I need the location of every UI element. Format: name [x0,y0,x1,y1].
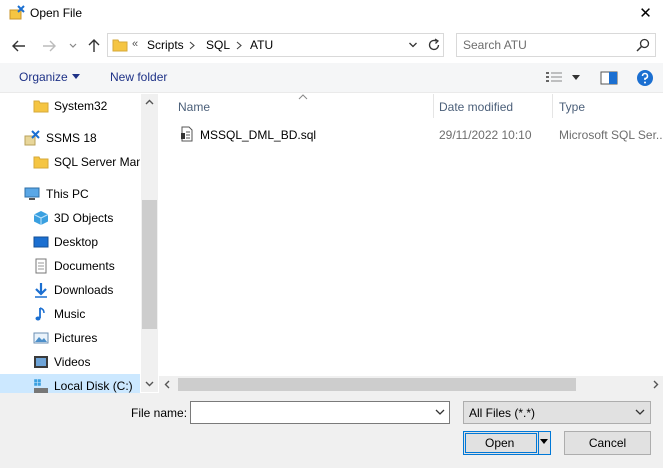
breadcrumb-scripts[interactable]: Scripts [147,38,184,52]
file-name-label: File name: [131,406,188,420]
chevron-down-icon [409,42,417,48]
ssms-icon [24,130,40,146]
tree-item-sql-server-management[interactable]: SQL Server Mana [0,150,140,174]
tree-item-3d-objects[interactable]: 3D Objects [0,206,140,230]
column-divider [433,94,434,118]
sort-ascending-icon [298,94,308,100]
folder-icon [33,100,49,113]
view-details-icon[interactable] [545,71,563,85]
breadcrumb-sql[interactable]: SQL [206,38,230,52]
new-folder-button[interactable]: New folder [110,70,167,84]
address-dropdown-button[interactable] [403,35,423,55]
scroll-thumb[interactable] [178,378,576,391]
file-type: Microsoft SQL Ser... [559,128,663,142]
file-type-select[interactable]: All Files (*.*) [463,401,651,424]
file-list-scrollbar[interactable] [159,376,663,393]
breadcrumb-atu[interactable]: ATU [250,38,273,52]
refresh-icon [428,38,440,51]
column-header-name[interactable]: Name [178,100,210,114]
scroll-down-icon[interactable] [145,381,154,387]
tree-item-videos[interactable]: Videos [0,350,140,374]
file-row[interactable]: MSSQL_DML_BD.sql 29/11/2022 10:10 Micros… [159,123,663,145]
cancel-button-label: Cancel [588,436,627,450]
refresh-button[interactable] [424,35,444,55]
chevron-right-icon[interactable] [235,41,243,50]
file-list: Name Date modified Type MSSQL_DML_BD.sql… [159,94,663,376]
search-box[interactable]: Search ATU [456,33,656,57]
chevron-down-icon[interactable] [434,406,446,418]
caret-down-icon[interactable] [72,74,80,79]
file-name: MSSQL_DML_BD.sql [200,128,317,142]
download-icon [35,283,47,298]
tree-item-system32[interactable]: System32 [0,94,140,118]
sql-file-icon [181,126,193,142]
scroll-right-icon[interactable] [653,380,659,389]
dialog-footer: File name: All Files (*.*) Open Cancel [0,393,663,468]
caret-down-icon[interactable] [540,439,548,444]
tree-item-desktop[interactable]: Desktop [0,230,140,254]
help-icon[interactable] [636,69,654,87]
column-header-type[interactable]: Type [559,100,585,114]
window-title: Open File [30,6,83,20]
desktop-icon [33,236,49,248]
split-divider [538,432,539,454]
chevron-down-icon [635,409,645,415]
document-icon [35,258,47,274]
open-button-label: Open [485,436,515,450]
scroll-thumb[interactable] [142,200,157,329]
navigation-pane: System32 SSMS 18 SQL Server Mana This PC… [0,94,158,398]
picture-icon [33,332,49,344]
open-button[interactable]: Open [463,431,551,455]
close-icon: ✕ [639,5,652,22]
title-bar: Open File ✕ [0,0,663,28]
tree-item-pictures[interactable]: Pictures [0,326,140,350]
back-button[interactable] [7,34,31,58]
close-button[interactable]: ✕ [628,0,663,26]
app-icon [9,5,25,20]
scroll-up-icon[interactable] [145,99,154,105]
navigation-pane-scrollbar[interactable] [141,94,158,392]
address-bar[interactable]: « Scripts SQL ATU [107,33,444,57]
music-icon [35,307,45,321]
cube-icon [33,211,49,225]
chevron-down-icon [69,43,77,48]
tree-item-music[interactable]: Music [0,302,140,326]
column-divider [552,94,553,118]
disk-icon [34,379,48,393]
breadcrumb-overflow[interactable]: « [132,38,138,50]
cancel-button[interactable]: Cancel [564,431,651,455]
up-button[interactable] [82,34,106,58]
tree-item-ssms[interactable]: SSMS 18 [0,126,140,150]
video-icon [34,356,48,368]
folder-icon [33,156,49,169]
forward-button[interactable] [37,34,61,58]
back-arrow-icon [12,40,25,52]
computer-icon [24,187,40,200]
file-name-field[interactable] [190,401,450,424]
chevron-right-icon[interactable] [188,41,196,50]
command-bar: Organize New folder [0,63,663,93]
file-date: 29/11/2022 10:10 [439,128,532,142]
file-type-value: All Files (*.*) [469,406,536,420]
tree-item-downloads[interactable]: Downloads [0,278,140,302]
folder-icon [112,39,128,52]
column-header-date-modified[interactable]: Date modified [439,100,513,114]
up-arrow-icon [88,39,100,52]
search-input[interactable]: Search ATU [463,38,527,52]
scroll-left-icon[interactable] [164,380,170,389]
tree-item-documents[interactable]: Documents [0,254,140,278]
forward-arrow-icon [43,40,56,52]
tree-item-this-pc[interactable]: This PC [0,182,140,206]
search-icon[interactable] [635,37,651,53]
caret-down-icon[interactable] [572,75,580,80]
preview-pane-icon[interactable] [600,71,618,85]
organize-button[interactable]: Organize [19,70,68,84]
